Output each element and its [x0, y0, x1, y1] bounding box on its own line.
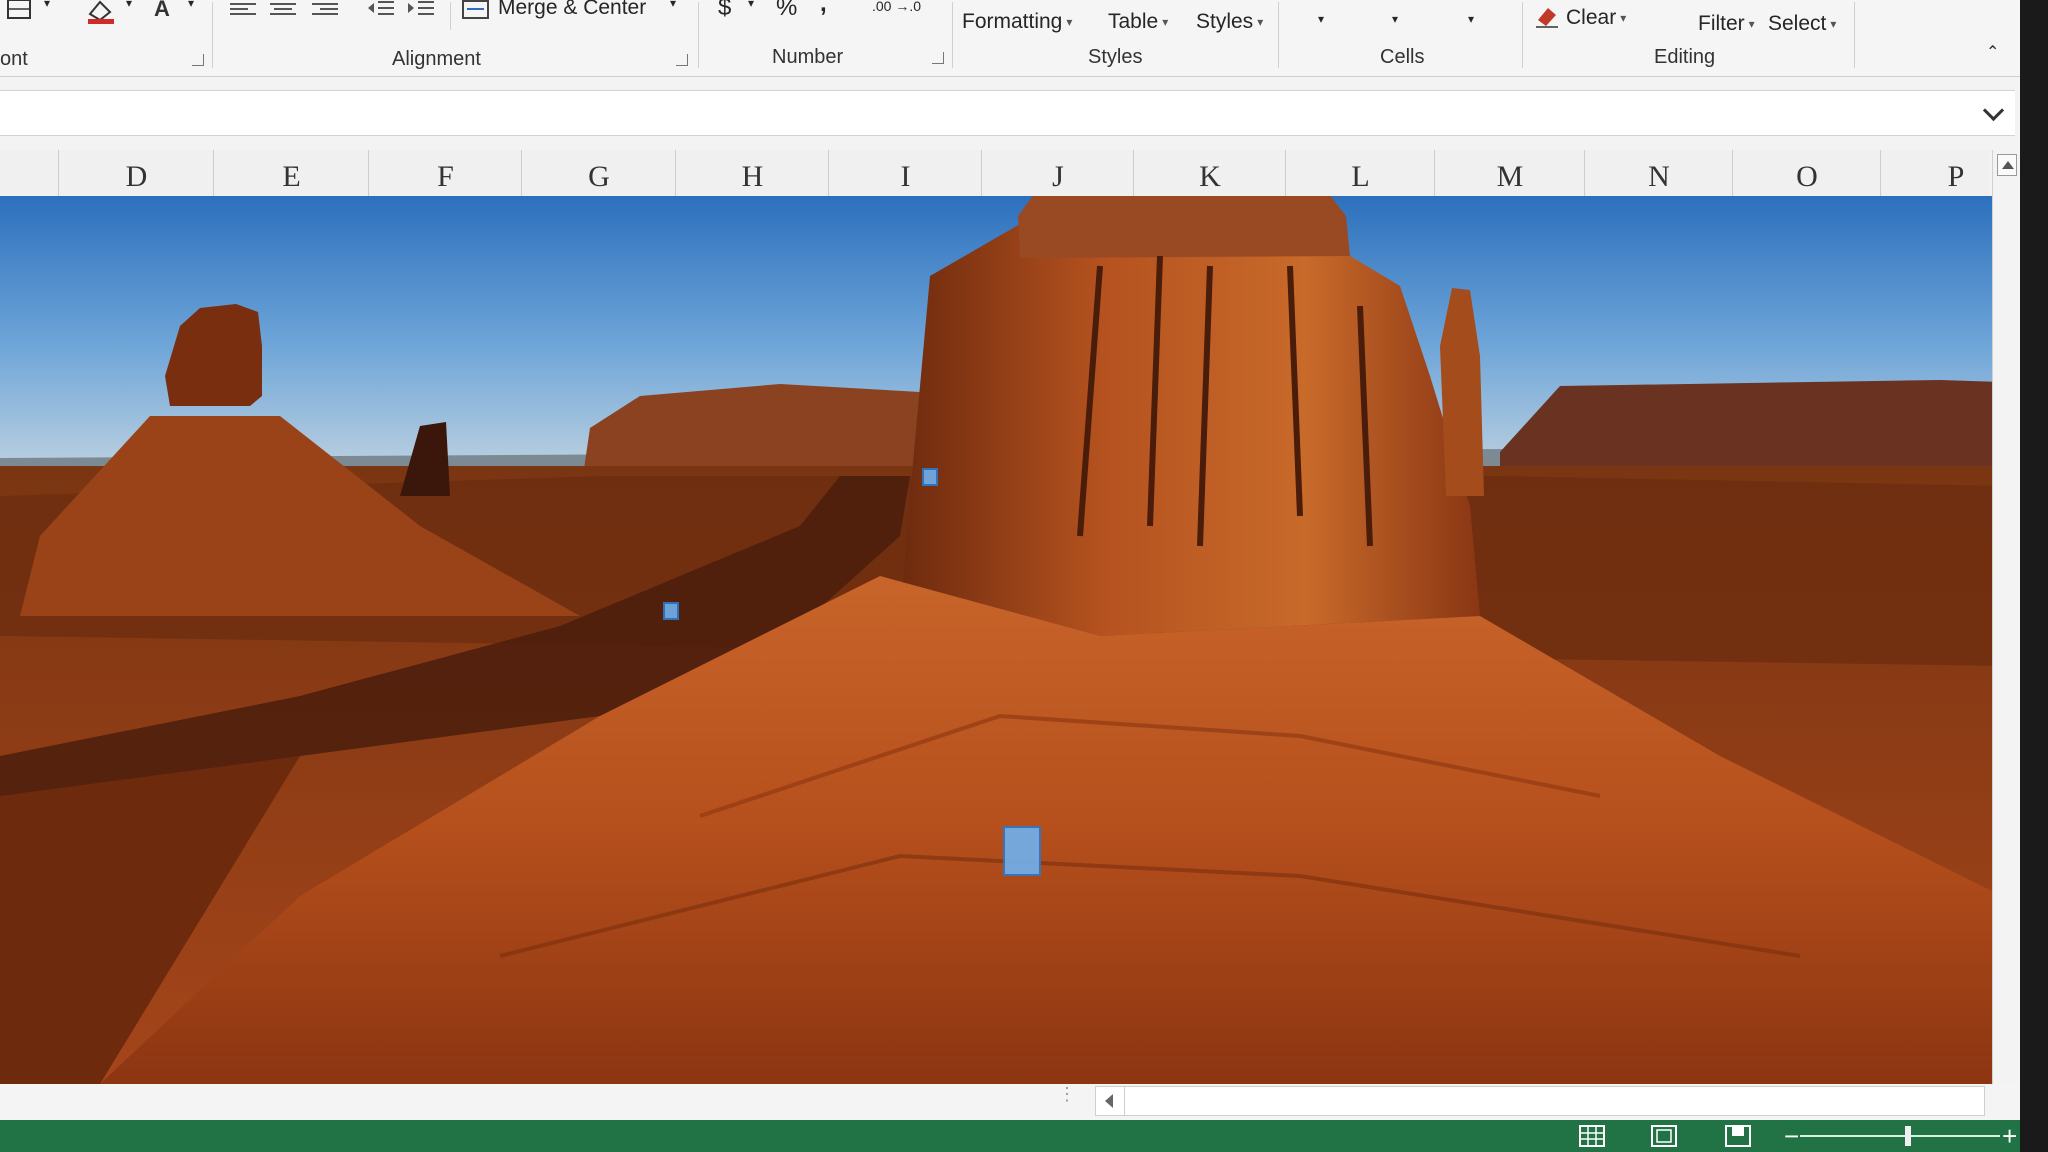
font-color-icon[interactable]: A [152, 0, 176, 20]
conditional-formatting-button[interactable]: Formatting ▾ [962, 10, 1072, 34]
clear-button[interactable]: Clear ▾ [1566, 6, 1626, 30]
zoom-slider-thumb[interactable] [1905, 1126, 1911, 1146]
format-dropdown-icon[interactable]: ▾ [1468, 12, 1474, 26]
merge-center-button[interactable]: Merge & Center [498, 0, 646, 20]
column-header-i[interactable]: I [828, 150, 982, 200]
number-dialog-launcher-icon[interactable] [932, 52, 944, 64]
column-header-m[interactable]: M [1434, 150, 1585, 200]
group-separator [1278, 2, 1279, 68]
find-select-button[interactable]: Select ▾ [1768, 12, 1836, 36]
desert-landscape-image [0, 196, 2002, 1084]
align-right-icon[interactable] [312, 0, 338, 22]
eraser-icon[interactable] [1534, 6, 1560, 28]
borders-dropdown-icon[interactable]: ▾ [44, 0, 50, 10]
delete-dropdown-icon[interactable]: ▾ [1392, 12, 1398, 26]
column-headers: D E F G H I J K L M N O P [0, 150, 1990, 201]
currency-dropdown-icon[interactable]: ▾ [748, 0, 754, 10]
insert-dropdown-icon[interactable]: ▾ [1318, 12, 1324, 26]
cells-group-label: Cells [1380, 46, 1425, 68]
group-separator [698, 2, 699, 68]
column-header-l[interactable]: L [1285, 150, 1435, 200]
group-separator [1522, 2, 1523, 68]
number-group-label: Number [772, 46, 844, 68]
font-color-dropdown-icon[interactable]: ▾ [188, 0, 194, 10]
normal-view-icon[interactable] [1578, 1124, 1606, 1148]
svg-text:A: A [154, 0, 170, 20]
picture-resize-handle[interactable] [663, 602, 679, 620]
font-group-label: ont [0, 48, 28, 70]
picture-resize-handle[interactable] [922, 468, 938, 486]
cell-styles-button[interactable]: Styles ▾ [1196, 10, 1263, 34]
format-as-table-button[interactable]: Table ▾ [1108, 10, 1168, 34]
align-center-icon[interactable] [270, 0, 296, 22]
percent-button[interactable]: % [776, 0, 797, 22]
increase-indent-icon[interactable] [406, 0, 436, 20]
column-header-g[interactable]: G [521, 150, 676, 200]
merge-center-dropdown-icon[interactable]: ▾ [670, 0, 676, 10]
zoom-slider-track[interactable] [1800, 1135, 2000, 1137]
sort-filter-button[interactable]: Filter ▾ [1698, 12, 1755, 36]
inserted-picture[interactable] [0, 196, 2002, 1084]
group-separator [212, 2, 213, 68]
font-dialog-launcher-icon[interactable] [192, 54, 204, 66]
picture-move-handle[interactable] [1003, 826, 1041, 876]
currency-button[interactable]: $ [718, 0, 731, 22]
page-break-preview-icon[interactable] [1724, 1124, 1752, 1148]
scroll-up-icon[interactable] [1997, 154, 2017, 176]
collapse-ribbon-icon[interactable]: ⌃ [1986, 42, 1999, 62]
group-separator [952, 2, 953, 68]
group-separator [450, 2, 451, 30]
horizontal-scrollbar[interactable] [1095, 1086, 1985, 1116]
column-header-d[interactable]: D [58, 150, 214, 200]
column-header-f[interactable]: F [368, 150, 522, 200]
tab-splitter-icon[interactable]: ⋮ [1058, 1085, 1076, 1103]
fill-color-icon[interactable] [84, 0, 118, 24]
excel-window: ▾ ▾ A ▾ ont Merge & Center ▾ Alignment $… [0, 0, 2020, 1152]
borders-icon[interactable] [6, 0, 36, 22]
column-header-e[interactable]: E [213, 150, 369, 200]
merge-center-icon[interactable] [462, 0, 490, 20]
fill-color-dropdown-icon[interactable]: ▾ [126, 0, 132, 10]
decrease-indent-icon[interactable] [366, 0, 396, 20]
increase-decrease-decimal-buttons[interactable]: .00 →.0 [872, 0, 921, 14]
align-left-icon[interactable] [230, 0, 256, 22]
ribbon: ▾ ▾ A ▾ ont Merge & Center ▾ Alignment $… [0, 0, 2020, 77]
column-header-h[interactable]: H [675, 150, 829, 200]
column-header-n[interactable]: N [1584, 150, 1733, 200]
editing-group-label: Editing [1654, 46, 1716, 68]
formula-bar[interactable] [0, 90, 2015, 136]
alignment-dialog-launcher-icon[interactable] [676, 54, 688, 66]
alignment-group-label: Alignment [392, 48, 481, 70]
group-separator [1854, 2, 1855, 68]
column-header-o[interactable]: O [1732, 150, 1881, 200]
styles-group-label: Styles [1088, 46, 1143, 68]
zoom-in-icon[interactable]: + [2002, 1121, 2017, 1151]
status-bar: − + [0, 1120, 2020, 1152]
column-header-k[interactable]: K [1133, 150, 1286, 200]
column-header-j[interactable]: J [981, 150, 1134, 200]
zoom-out-icon[interactable]: − [1784, 1121, 1799, 1151]
vertical-scrollbar[interactable] [1992, 150, 2020, 1085]
page-layout-icon[interactable] [1650, 1124, 1678, 1148]
expand-formula-bar-icon[interactable] [1982, 99, 2005, 122]
comma-style-button[interactable]: , [820, 0, 827, 18]
scroll-left-icon[interactable] [1096, 1087, 1125, 1115]
